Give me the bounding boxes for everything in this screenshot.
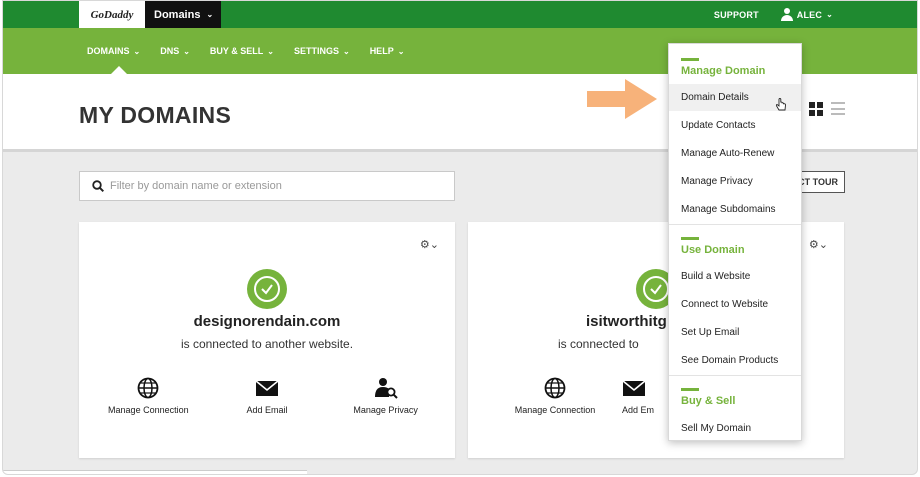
top-right-links: SUPPORT ALEC ⌄ — [714, 1, 833, 28]
menu-item-manage-auto-renew[interactable]: Manage Auto-Renew — [681, 148, 774, 159]
domain-name[interactable]: designorendain.com — [79, 313, 455, 330]
nav-help-label: HELP — [369, 46, 394, 56]
page-title: MY DOMAINS — [79, 102, 232, 128]
action-label: Manage Privacy — [353, 405, 418, 415]
product-switcher-label: Domains — [154, 8, 201, 21]
privacy-user-icon — [374, 377, 398, 399]
active-nav-indicator — [111, 66, 127, 74]
nav-buy-sell[interactable]: BUY & SELL ⌄ — [210, 46, 274, 56]
chevron-down-icon: ⌄ — [133, 46, 141, 56]
search-icon — [92, 180, 104, 192]
hand-cursor-icon — [775, 98, 786, 111]
menu-group-use-domain: Use Domain — [669, 237, 801, 256]
gear-icon[interactable]: ⚙⌄ — [420, 238, 439, 251]
pointer-arrow-icon — [587, 79, 657, 119]
product-switcher[interactable]: Domains ⌄ — [145, 1, 221, 28]
user-name: ALEC — [796, 9, 823, 20]
envelope-icon — [622, 377, 646, 399]
manage-privacy-button[interactable]: Manage Privacy — [331, 377, 441, 415]
globe-icon — [136, 377, 160, 399]
nav-dns-label: DNS — [160, 46, 180, 56]
domain-status: is connected to another website. — [180, 337, 354, 351]
menu-item-domain-details[interactable]: Domain Details — [681, 92, 749, 103]
envelope-icon — [255, 377, 279, 399]
menu-item-build-website[interactable]: Build a Website — [681, 271, 750, 282]
menu-item-connect-website[interactable]: Connect to Website — [681, 299, 768, 310]
domain-filter[interactable] — [79, 171, 455, 201]
support-link[interactable]: SUPPORT — [714, 10, 759, 20]
top-bar: GoDaddy Domains ⌄ SUPPORT ALEC ⌄ — [3, 1, 917, 28]
menu-item-update-contacts[interactable]: Update Contacts — [681, 120, 756, 131]
menu-item-manage-subdomains[interactable]: Manage Subdomains — [681, 204, 776, 215]
menu-item-set-up-email[interactable]: Set Up Email — [681, 327, 739, 338]
chevron-down-icon: ⌄ — [183, 46, 190, 56]
chevron-down-icon: ⌄ — [267, 46, 274, 56]
menu-item-manage-privacy[interactable]: Manage Privacy — [681, 176, 753, 187]
godaddy-logo[interactable]: GoDaddy — [79, 1, 145, 28]
check-circle-icon — [247, 269, 287, 309]
add-email-button[interactable]: Add Email — [212, 377, 322, 415]
chevron-down-icon: ⌄ — [826, 10, 833, 19]
menu-separator — [669, 375, 801, 376]
nav-dns[interactable]: DNS ⌄ — [160, 46, 190, 56]
group-title: Buy & Sell — [681, 395, 736, 407]
nav-buy-sell-label: BUY & SELL — [209, 46, 264, 56]
menu-group-manage-domain: Manage Domain — [669, 58, 801, 77]
bottom-tab — [3, 470, 307, 474]
domain-actions-menu: Manage Domain Domain Details Update Cont… — [668, 43, 802, 441]
nav-settings-label: SETTINGS — [293, 46, 339, 56]
menu-separator — [669, 224, 801, 225]
user-icon — [780, 8, 793, 21]
nav-help[interactable]: HELP ⌄ — [370, 46, 405, 56]
search-input[interactable] — [110, 180, 430, 192]
action-label: Manage Connection — [514, 405, 596, 415]
manage-connection-button[interactable]: Manage Connection — [500, 377, 610, 415]
group-title: Use Domain — [681, 244, 745, 256]
menu-item-see-domain-products[interactable]: See Domain Products — [681, 355, 778, 366]
manage-connection-button[interactable]: Manage Connection — [93, 377, 203, 415]
menu-group-buy-sell: Buy & Sell — [669, 388, 801, 407]
gear-icon[interactable]: ⚙⌄ — [809, 238, 828, 251]
nav-domains-label: DOMAINS — [87, 46, 130, 56]
domain-card: ⚙⌄ designorendain.com is connected to an… — [79, 222, 455, 458]
user-menu[interactable]: ALEC ⌄ — [780, 8, 833, 21]
chevron-down-icon: ⌄ — [206, 10, 214, 19]
nav-domains[interactable]: DOMAINS ⌄ — [87, 46, 140, 56]
nav-settings[interactable]: SETTINGS ⌄ — [294, 46, 350, 56]
action-label: Manage Connection — [108, 405, 189, 415]
group-title: Manage Domain — [681, 65, 766, 77]
globe-icon — [543, 377, 567, 399]
grid-view-icon[interactable] — [809, 102, 823, 116]
app-frame: GoDaddy Domains ⌄ SUPPORT ALEC ⌄ DOMAINS… — [2, 0, 918, 475]
action-label: Add Em — [622, 405, 655, 415]
action-label: Add Email — [246, 405, 288, 415]
menu-item-sell-my-domain[interactable]: Sell My Domain — [681, 423, 751, 434]
chevron-down-icon: ⌄ — [342, 46, 350, 56]
chevron-down-icon: ⌄ — [397, 46, 405, 56]
logo-text: GoDaddy — [90, 8, 134, 21]
list-view-icon[interactable] — [831, 102, 845, 115]
